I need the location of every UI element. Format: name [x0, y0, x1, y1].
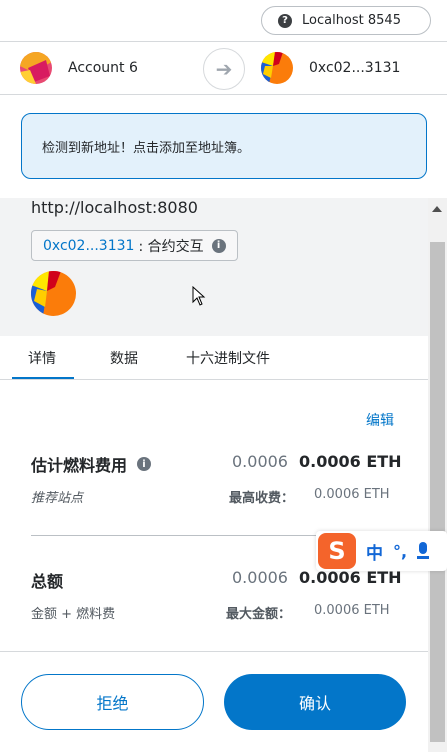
tab-bar: 详情 数据 十六进制文件: [0, 336, 428, 380]
ime-toolbar[interactable]: S 中 °,: [316, 531, 447, 571]
top-bar: ? Localhost 8545: [0, 0, 447, 42]
max-amount-label: 最大金额：: [226, 607, 292, 622]
ime-language-toggle[interactable]: 中: [366, 539, 383, 564]
toast-message: 检测到新地址！点击添加至地址簿。: [42, 140, 251, 156]
tab-data[interactable]: 数据: [110, 348, 138, 368]
gas-fee-label: 估计燃料费用: [31, 456, 128, 475]
tab-hex[interactable]: 十六进制文件: [186, 348, 270, 368]
gas-sub-label: 推荐站点: [31, 491, 84, 506]
to-account[interactable]: 0xc02...3131: [261, 52, 400, 84]
gas-fee-row: 估计燃料费用 i: [31, 452, 152, 476]
mouse-cursor-icon: [192, 286, 206, 306]
active-tab-indicator: [12, 377, 74, 379]
info-icon[interactable]: i: [211, 238, 226, 253]
gas-fiat-value: 0.0006: [232, 452, 288, 471]
sogou-logo-icon[interactable]: S: [318, 533, 356, 569]
avatar: [20, 52, 52, 84]
confirm-button[interactable]: 确认: [224, 674, 406, 730]
total-fiat-value: 0.0006: [232, 568, 288, 587]
contract-interaction-pill[interactable]: 0xc02...3131 : 合约交互 i: [31, 230, 238, 261]
max-fee-label: 最高收费：: [229, 491, 295, 506]
edit-gas-link[interactable]: 编辑: [366, 410, 394, 430]
total-label: 总额: [31, 572, 64, 591]
contract-avatar: [31, 271, 76, 316]
arrow-right-icon: ➔: [203, 48, 245, 90]
max-amount-value: 0.0006 ETH: [314, 603, 390, 618]
reject-button[interactable]: 拒绝: [21, 674, 204, 730]
max-fee-value: 0.0006 ETH: [314, 487, 390, 502]
scroll-up-icon[interactable]: [432, 206, 442, 212]
to-account-address: 0xc02...3131: [309, 60, 401, 76]
origin-panel: http://localhost:8080 0xc02...3131 : 合约交…: [0, 198, 428, 336]
total-sub-label: 金额 + 燃料费: [31, 607, 116, 622]
ime-punctuation-toggle[interactable]: °,: [393, 542, 407, 561]
accounts-row: Account 6 ➔ 0xc02...3131: [0, 43, 447, 95]
footer: 拒绝 确认: [0, 651, 428, 752]
avatar: [261, 52, 293, 84]
info-icon[interactable]: i: [137, 457, 152, 471]
scroll-thumb[interactable]: [430, 242, 445, 742]
contract-address[interactable]: 0xc02...3131: [43, 238, 134, 254]
gas-eth-value: 0.0006 ETH: [299, 452, 402, 471]
new-address-toast[interactable]: 检测到新地址！点击添加至地址簿。: [21, 113, 427, 179]
origin-url: http://localhost:8080: [31, 198, 198, 217]
scrollbar[interactable]: [428, 198, 447, 752]
tab-details[interactable]: 详情: [28, 348, 56, 368]
question-icon: ?: [278, 13, 292, 28]
from-account-name: Account 6: [68, 60, 138, 76]
network-selector[interactable]: ? Localhost 8545: [261, 6, 431, 35]
contract-action: : 合约交互: [138, 238, 204, 255]
network-label: Localhost 8545: [302, 13, 401, 28]
microphone-icon[interactable]: [417, 542, 430, 560]
from-account[interactable]: Account 6: [20, 52, 138, 84]
